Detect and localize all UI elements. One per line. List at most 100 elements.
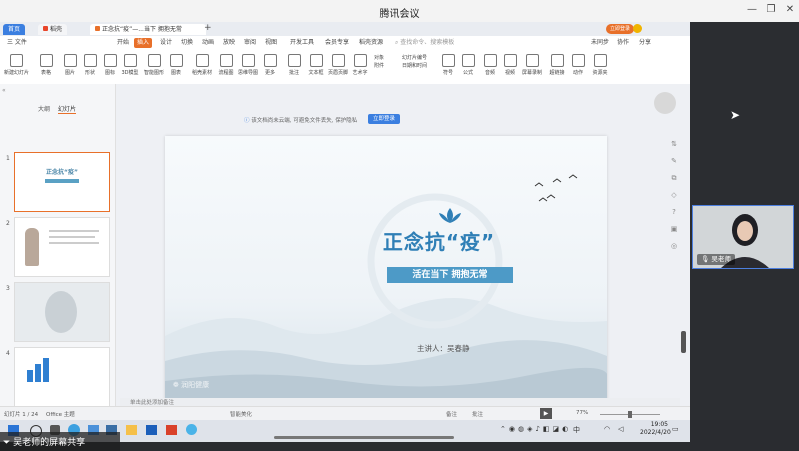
minimize-icon[interactable]: —: [745, 4, 759, 15]
slide-thumb[interactable]: [14, 217, 110, 277]
participant-video[interactable]: 🎙 吴老师: [692, 205, 794, 269]
textbox-button[interactable]: 文本框: [304, 53, 328, 79]
tab-document[interactable]: 正念抗“疫”—...当下 拥抱无常: [90, 24, 206, 35]
video-button[interactable]: 视频: [498, 53, 522, 79]
play-icon[interactable]: ▶: [540, 408, 552, 419]
screen-record-button[interactable]: 屏幕录制: [520, 53, 544, 79]
resource-folder-button[interactable]: 资源夹: [588, 53, 612, 79]
comments-button[interactable]: 批注: [472, 410, 483, 418]
comment-button[interactable]: 批注: [282, 53, 306, 79]
attachment-button[interactable]: 附件: [374, 62, 384, 70]
menu-review[interactable]: 审阅: [241, 38, 259, 48]
search-icon: ⌕: [395, 39, 399, 46]
cloud-login-button[interactable]: 立即登录: [368, 114, 401, 124]
pin-icon[interactable]: ✎: [666, 153, 682, 170]
share-button[interactable]: 分享: [636, 38, 654, 48]
3d-model-button[interactable]: 3D模型: [118, 53, 142, 79]
zoom-level: 77%: [576, 410, 589, 416]
slide-thumb[interactable]: [14, 347, 110, 407]
link-icon: [550, 54, 564, 67]
tab-outline[interactable]: 大纲: [38, 104, 50, 113]
sync-status[interactable]: 未同步: [588, 38, 612, 48]
volume-icon[interactable]: ◁: [618, 425, 623, 433]
image-panel-icon[interactable]: ▣: [666, 221, 682, 238]
theme-name: Office 主题: [46, 412, 75, 418]
new-tab-button[interactable]: +: [204, 23, 212, 33]
wps-icon[interactable]: [166, 425, 177, 435]
file-explorer-icon[interactable]: [126, 425, 137, 435]
collab-button[interactable]: 协作: [614, 38, 632, 48]
tab-home[interactable]: 首页: [3, 24, 26, 35]
menu-slideshow[interactable]: 放映: [220, 38, 238, 48]
wordart-button[interactable]: 艺术字: [348, 53, 372, 79]
pi-icon: [461, 54, 475, 67]
notification-icon[interactable]: ▭: [672, 425, 679, 433]
new-slide-button[interactable]: 新建幻灯片: [4, 53, 29, 79]
formula-button[interactable]: 公式: [456, 53, 480, 79]
date-time-button[interactable]: 日期和时间: [402, 62, 427, 70]
menu-animation[interactable]: 动画: [199, 38, 217, 48]
more-button[interactable]: 更多: [258, 53, 282, 79]
tencent-meeting-icon[interactable]: [146, 425, 157, 435]
menu-start[interactable]: 开始: [114, 38, 132, 48]
video-icon: [503, 54, 517, 67]
chart-button[interactable]: 图表: [164, 53, 188, 79]
collapse-panel-icon[interactable]: «: [2, 87, 6, 94]
wifi-icon[interactable]: ◠: [604, 425, 610, 433]
table-button[interactable]: 表格: [34, 53, 58, 79]
smart-beautify-button[interactable]: 智能美化: [230, 410, 252, 418]
flowchart-button[interactable]: 流程图: [214, 53, 238, 79]
slide-thumb[interactable]: [14, 282, 110, 342]
slide-canvas[interactable]: 正念抗“疫” 活在当下 拥抱无常 主讲人：吴春静 ❁ 润阳健康: [165, 136, 607, 404]
action-button[interactable]: 动作: [566, 53, 590, 79]
close-icon[interactable]: ✕: [783, 4, 797, 15]
copy-icon[interactable]: ⧉: [666, 170, 682, 187]
slide-thumb[interactable]: 正念抗“疫”: [14, 152, 110, 212]
settings-icon[interactable]: ⇅: [666, 136, 682, 153]
floating-video-icon[interactable]: [654, 92, 676, 114]
insert-small-group: 对象 附件: [374, 54, 384, 70]
screen-share-label: ⏷ 吴老师的屏幕共享: [0, 432, 120, 451]
command-search[interactable]: ⌕ 查找命令、搜索模板: [392, 38, 457, 48]
folder-icon: [593, 54, 607, 67]
login-button[interactable]: 立即登录: [606, 24, 635, 34]
record-icon: [525, 54, 539, 67]
menu-view[interactable]: 视图: [262, 38, 280, 48]
info-icon: ⓘ: [244, 118, 250, 124]
notes-button[interactable]: 备注: [446, 410, 457, 418]
side-panel-handle[interactable]: [681, 331, 686, 353]
slide-number-button[interactable]: 幻灯片编号: [402, 54, 427, 62]
help-icon[interactable]: ?: [666, 204, 682, 221]
smart-graphic-button[interactable]: 智能图形: [142, 53, 166, 79]
object-button[interactable]: 对象: [374, 54, 384, 62]
restore-icon[interactable]: ❐: [764, 4, 778, 15]
header-footer-icon: [331, 54, 345, 67]
menu-design[interactable]: 设计: [157, 38, 175, 48]
hand-icon: [571, 54, 585, 67]
menu-transition[interactable]: 切换: [178, 38, 196, 48]
avatar[interactable]: [633, 24, 642, 33]
notes-area[interactable]: 单击此处添加备注: [120, 398, 680, 406]
thumb-title: 正念抗“疫”: [46, 169, 78, 176]
shape-panel-icon[interactable]: ◇: [666, 187, 682, 204]
tab-draft[interactable]: 稻壳: [38, 24, 68, 35]
taskbar-clock[interactable]: 19:05 2022/4/20: [640, 421, 671, 437]
ppt-file-icon: [95, 26, 100, 31]
menu-insert[interactable]: 插入: [134, 38, 153, 48]
menu-docer[interactable]: 稻壳资源: [356, 38, 386, 48]
menu-developer[interactable]: 开发工具: [287, 38, 317, 48]
input-language[interactable]: 中: [573, 425, 580, 435]
menu-file[interactable]: 三 文件: [4, 38, 30, 48]
flowchart-icon: [219, 54, 233, 67]
browser-icon[interactable]: [186, 424, 197, 435]
mindmap-button[interactable]: 思维导图: [236, 53, 260, 79]
docer-material-button[interactable]: 稻壳素材: [190, 53, 214, 79]
header-footer-button[interactable]: 页眉页脚: [326, 53, 350, 79]
shape-icon: [83, 54, 97, 67]
location-icon[interactable]: ◎: [666, 238, 682, 255]
tab-slides[interactable]: 幻灯片: [58, 104, 77, 114]
zoom-slider-handle[interactable]: [628, 411, 632, 418]
tray-icons[interactable]: ⌃◉◍◈♪◧◪◐: [500, 425, 571, 433]
menu-member[interactable]: 会员专享: [322, 38, 352, 48]
thumb-subtitle-bar: [45, 179, 79, 183]
